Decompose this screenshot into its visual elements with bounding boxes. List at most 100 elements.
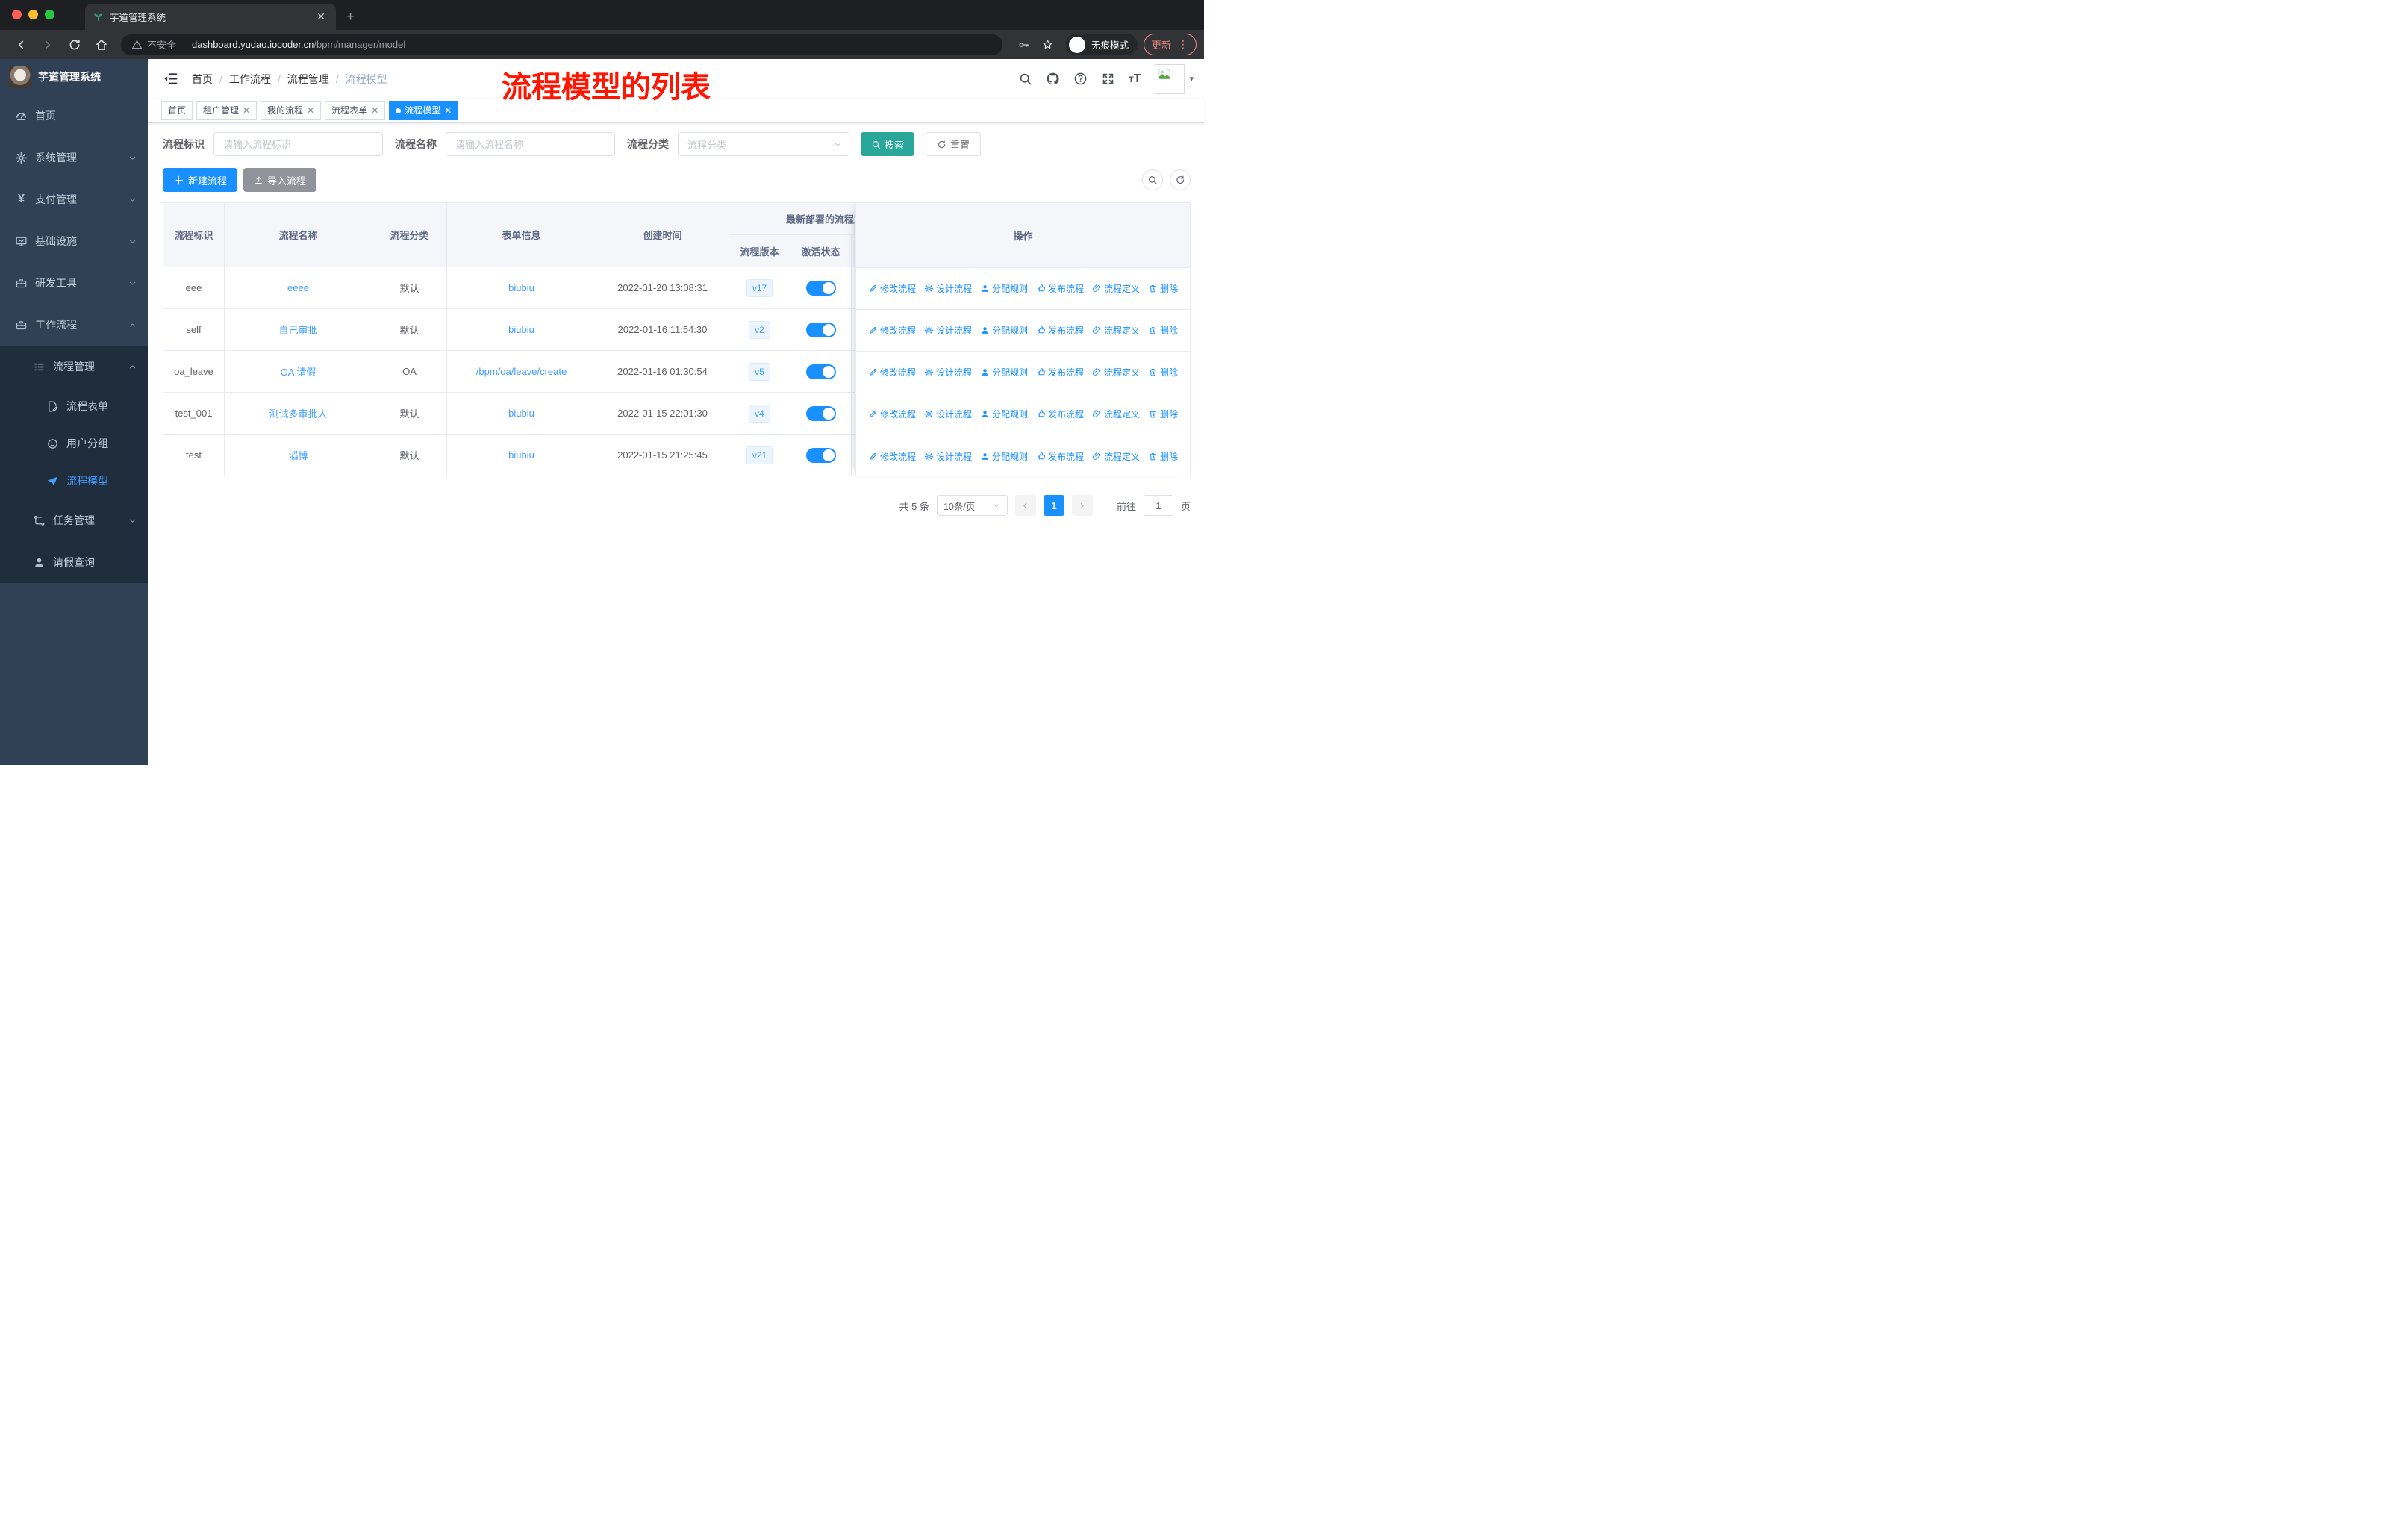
process-definition-link[interactable]: 流程定义 bbox=[1092, 450, 1140, 463]
delete-link[interactable]: 删除 bbox=[1148, 324, 1178, 337]
assign-rule-link[interactable]: 分配规则 bbox=[980, 282, 1028, 295]
category-select[interactable]: 流程分类 bbox=[678, 132, 849, 156]
publish-process-link[interactable]: 发布流程 bbox=[1036, 408, 1084, 420]
create-process-button[interactable]: ＋ 新建流程 bbox=[163, 168, 238, 192]
window-controls[interactable] bbox=[12, 10, 54, 19]
sidebar-item-user-group[interactable]: 用户分组 bbox=[0, 425, 148, 462]
modify-process-link[interactable]: 修改流程 bbox=[868, 324, 916, 337]
active-toggle[interactable] bbox=[805, 447, 836, 463]
design-process-link[interactable]: 设计流程 bbox=[924, 366, 972, 379]
sidebar-collapse-icon[interactable] bbox=[163, 71, 178, 87]
sidebar-item-leave-query[interactable]: 请假查询 bbox=[0, 541, 148, 583]
browser-menu-icon[interactable]: ⋮ bbox=[1178, 38, 1188, 51]
assign-rule-link[interactable]: 分配规则 bbox=[980, 450, 1028, 463]
goto-page-input[interactable] bbox=[1143, 495, 1173, 516]
tag-home[interactable]: 首页 bbox=[161, 101, 193, 120]
close-window-button[interactable] bbox=[12, 10, 22, 19]
form-info-link[interactable]: biubiu bbox=[508, 449, 534, 461]
browser-tab[interactable]: 芋道管理系统 ✕ bbox=[85, 4, 336, 30]
minimize-window-button[interactable] bbox=[28, 10, 38, 19]
address-bar[interactable]: 不安全 dashboard.yudao.iocoder.cn /bpm/mana… bbox=[121, 34, 1002, 55]
tag-my-process[interactable]: 我的流程 ✕ bbox=[261, 101, 322, 120]
process-definition-link[interactable]: 流程定义 bbox=[1092, 324, 1140, 337]
design-process-link[interactable]: 设计流程 bbox=[924, 408, 972, 420]
modify-process-link[interactable]: 修改流程 bbox=[868, 366, 916, 379]
new-tab-button[interactable]: + bbox=[346, 9, 355, 25]
page-size-select[interactable]: 10条/页 bbox=[936, 495, 1008, 516]
sidebar-item-process-form[interactable]: 流程表单 bbox=[0, 387, 148, 425]
modify-process-link[interactable]: 修改流程 bbox=[868, 450, 916, 463]
publish-process-link[interactable]: 发布流程 bbox=[1036, 324, 1084, 337]
modify-process-link[interactable]: 修改流程 bbox=[868, 282, 916, 295]
form-info-link[interactable]: /bpm/oa/leave/create bbox=[476, 366, 567, 377]
assign-rule-link[interactable]: 分配规则 bbox=[980, 324, 1028, 337]
tag-tenant[interactable]: 租户管理 ✕ bbox=[196, 101, 258, 120]
home-icon[interactable] bbox=[95, 38, 108, 52]
design-process-link[interactable]: 设计流程 bbox=[924, 282, 972, 295]
process-id-input[interactable] bbox=[213, 132, 383, 156]
sidebar-item-devtools[interactable]: 研发工具 bbox=[0, 262, 148, 304]
process-name-link[interactable]: 测试多审批人 bbox=[269, 408, 327, 420]
breadcrumb-workflow[interactable]: 工作流程 bbox=[229, 72, 271, 87]
sidebar-item-system[interactable]: 系统管理 bbox=[0, 137, 148, 178]
publish-process-link[interactable]: 发布流程 bbox=[1036, 366, 1084, 379]
delete-link[interactable]: 删除 bbox=[1148, 282, 1178, 295]
prev-page-button[interactable] bbox=[1014, 495, 1036, 516]
show-search-button[interactable] bbox=[1142, 169, 1163, 190]
form-info-link[interactable]: biubiu bbox=[508, 324, 534, 335]
github-icon[interactable] bbox=[1046, 72, 1060, 86]
active-toggle[interactable] bbox=[805, 364, 836, 379]
font-size-icon[interactable]: TT bbox=[1129, 72, 1141, 86]
sidebar-item-home[interactable]: 首页 bbox=[0, 95, 148, 137]
publish-process-link[interactable]: 发布流程 bbox=[1036, 450, 1084, 463]
process-definition-link[interactable]: 流程定义 bbox=[1092, 282, 1140, 295]
sidebar-item-process-mgmt[interactable]: 流程管理 bbox=[0, 346, 148, 387]
assign-rule-link[interactable]: 分配规则 bbox=[980, 366, 1028, 379]
security-label[interactable]: 不安全 bbox=[147, 37, 176, 52]
publish-process-link[interactable]: 发布流程 bbox=[1036, 282, 1084, 295]
sidebar-logo[interactable]: 芋道管理系统 bbox=[0, 59, 148, 95]
password-key-icon[interactable] bbox=[1017, 39, 1029, 51]
form-info-link[interactable]: biubiu bbox=[508, 282, 534, 293]
breadcrumb-process-mgmt[interactable]: 流程管理 bbox=[287, 72, 329, 87]
sidebar-item-payment[interactable]: ¥ 支付管理 bbox=[0, 178, 148, 220]
browser-update-button[interactable]: 更新 ⋮ bbox=[1143, 34, 1197, 55]
process-definition-link[interactable]: 流程定义 bbox=[1092, 366, 1140, 379]
sidebar-item-workflow[interactable]: 工作流程 bbox=[0, 304, 148, 346]
close-icon[interactable]: ✕ bbox=[307, 102, 314, 119]
modify-process-link[interactable]: 修改流程 bbox=[868, 408, 916, 420]
process-name-input[interactable] bbox=[446, 132, 615, 156]
design-process-link[interactable]: 设计流程 bbox=[924, 450, 972, 463]
help-icon[interactable] bbox=[1073, 72, 1088, 86]
active-toggle[interactable] bbox=[805, 405, 836, 421]
delete-link[interactable]: 删除 bbox=[1148, 408, 1178, 420]
update-label[interactable]: 更新 bbox=[1152, 37, 1171, 52]
close-icon[interactable]: ✕ bbox=[371, 102, 378, 119]
form-info-link[interactable]: biubiu bbox=[508, 408, 534, 419]
reset-button[interactable]: 重置 bbox=[926, 132, 982, 156]
sidebar-item-task-mgmt[interactable]: 任务管理 bbox=[0, 499, 148, 541]
next-page-button[interactable] bbox=[1071, 495, 1093, 516]
active-toggle[interactable] bbox=[805, 322, 836, 337]
forward-icon[interactable] bbox=[41, 38, 54, 52]
close-icon[interactable]: ✕ bbox=[444, 102, 452, 119]
tag-process-model[interactable]: 流程模型 ✕ bbox=[389, 101, 459, 120]
avatar[interactable] bbox=[1155, 63, 1185, 94]
design-process-link[interactable]: 设计流程 bbox=[924, 324, 972, 337]
tab-close-icon[interactable]: ✕ bbox=[314, 10, 328, 23]
zoom-window-button[interactable] bbox=[45, 10, 54, 19]
back-icon[interactable] bbox=[14, 38, 28, 52]
delete-link[interactable]: 删除 bbox=[1148, 366, 1178, 379]
tag-process-form[interactable]: 流程表单 ✕ bbox=[325, 101, 386, 120]
process-name-link[interactable]: eeee bbox=[287, 282, 309, 293]
reload-icon[interactable] bbox=[68, 38, 81, 52]
active-toggle[interactable] bbox=[805, 280, 836, 296]
close-icon[interactable]: ✕ bbox=[243, 102, 250, 119]
sidebar-item-process-model[interactable]: 流程模型 bbox=[0, 462, 148, 499]
import-process-button[interactable]: 导入流程 bbox=[243, 168, 317, 192]
search-button[interactable]: 搜索 bbox=[861, 132, 915, 156]
process-name-link[interactable]: OA 请假 bbox=[281, 367, 316, 378]
sidebar-item-infra[interactable]: 基础设施 bbox=[0, 220, 148, 262]
refresh-table-button[interactable] bbox=[1170, 169, 1191, 190]
process-definition-link[interactable]: 流程定义 bbox=[1092, 408, 1140, 420]
